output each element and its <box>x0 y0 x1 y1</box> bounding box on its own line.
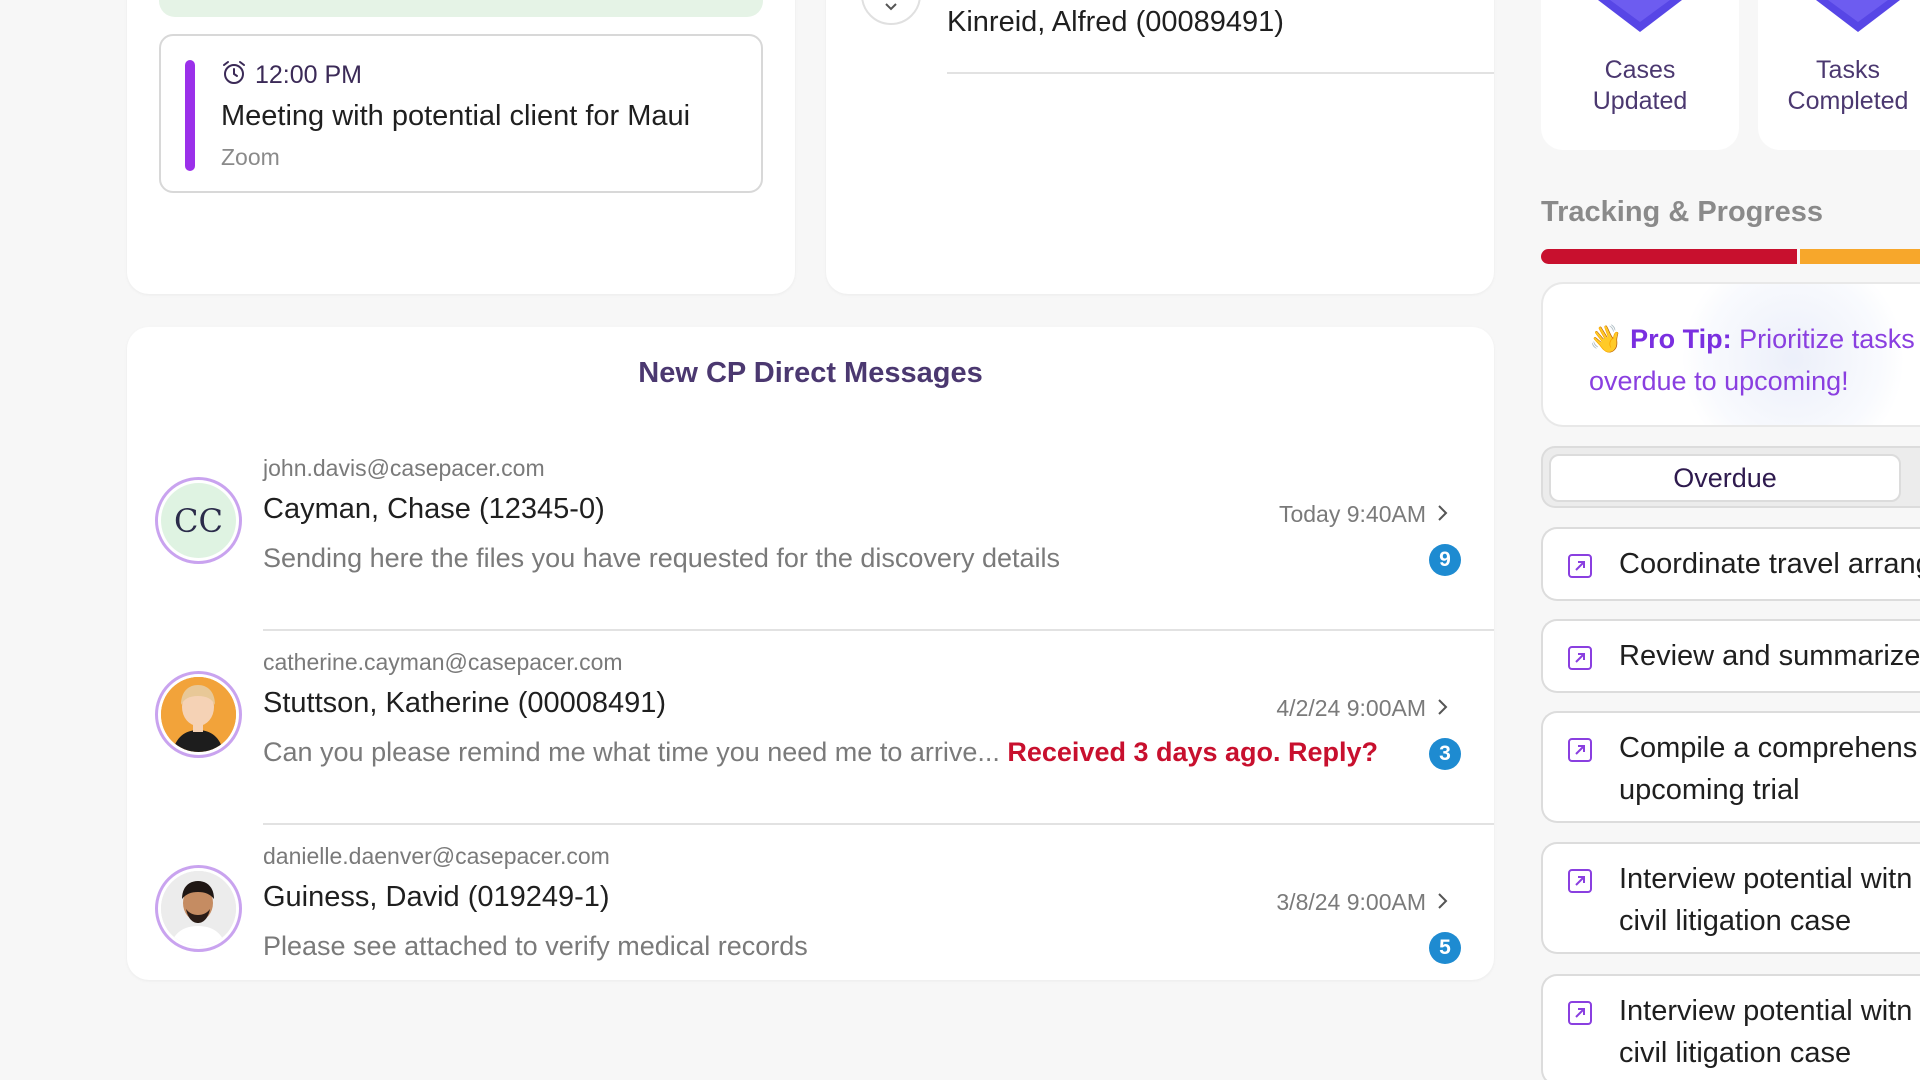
task-title: Review and summarize <box>1619 640 1920 672</box>
reply-reminder[interactable]: Received 3 days ago. Reply? <box>1007 737 1378 767</box>
event-color-bar <box>185 60 195 171</box>
open-external-icon[interactable] <box>1567 868 1593 894</box>
chevron-right-icon[interactable] <box>1434 887 1452 915</box>
divider <box>947 72 1494 74</box>
open-external-icon[interactable] <box>1567 645 1593 671</box>
stat-label: Tasks Completed <box>1748 55 1920 117</box>
task-title: Interview potential witn <box>1619 995 1913 1027</box>
progress-upcoming-segment <box>1800 249 1920 264</box>
open-external-icon[interactable] <box>1567 553 1593 579</box>
stat-tasks-completed[interactable]: Tasks Completed <box>1758 0 1920 150</box>
avatar: CC <box>155 477 242 564</box>
message-date: 3/8/24 9:00AM <box>1276 889 1426 915</box>
alarm-clock-icon <box>221 60 247 91</box>
message-preview: Can you please remind me what time you n… <box>263 737 1378 768</box>
avatar-photo <box>161 677 236 752</box>
unread-count-badge: 3 <box>1429 738 1461 770</box>
task-title: Compile a comprehens <box>1619 732 1918 764</box>
message-date: Today 9:40AM <box>1278 501 1426 527</box>
task-title-line2: civil litigation case <box>1619 1037 1852 1069</box>
task-title-line2: civil litigation case <box>1619 905 1852 937</box>
task-item[interactable]: Coordinate travel arrang <box>1541 527 1920 601</box>
chevron-right-icon[interactable] <box>1434 499 1452 527</box>
event-title: Meeting with potential client for Maui <box>221 100 691 132</box>
task-item[interactable]: Interview potential witn civil litigatio… <box>1541 842 1920 954</box>
wave-hand-icon: 👋 <box>1589 324 1623 354</box>
chevron-icon <box>884 0 898 17</box>
direct-messages-card: New CP Direct Messages CC john.davis@cas… <box>127 327 1494 980</box>
message-preview: Sending here the files you have requeste… <box>263 543 1060 574</box>
client-name: Stuttson, Katherine (00008491) <box>263 687 667 719</box>
message-row[interactable]: danielle.daenver@casepacer.com Guiness, … <box>127 825 1494 1019</box>
previous-event-strip[interactable] <box>159 0 763 17</box>
message-preview-text: Can you please remind me what time you n… <box>263 737 1000 767</box>
progress-overdue-segment <box>1541 249 1797 264</box>
message-row[interactable]: CC john.davis@casepacer.com Cayman, Chas… <box>127 437 1494 631</box>
pro-tip-label: Pro Tip: <box>1630 324 1732 354</box>
event-card[interactable]: 12:00 PM Meeting with potential client f… <box>159 34 763 193</box>
message-date: 4/2/24 9:00AM <box>1276 695 1426 721</box>
gem-icon <box>1808 0 1908 41</box>
sender-email: danielle.daenver@casepacer.com <box>263 843 610 869</box>
stat-cases-updated[interactable]: Cases Updated <box>1541 0 1739 150</box>
task-title: Coordinate travel arrang <box>1619 548 1920 580</box>
stat-label: Cases Updated <box>1541 55 1739 117</box>
open-external-icon[interactable] <box>1567 1000 1593 1026</box>
avatar <box>155 865 242 952</box>
message-preview: Please see attached to verify medical re… <box>263 931 808 962</box>
sender-email: catherine.cayman@casepacer.com <box>263 649 623 675</box>
client-name: Cayman, Chase (12345-0) <box>263 493 605 525</box>
contact-name[interactable]: Kinreid, Alfred (00089491) <box>947 6 1284 39</box>
contact-card: Kinreid, Alfred (00089491) <box>826 0 1494 294</box>
avatar <box>155 671 242 758</box>
task-item[interactable]: Compile a comprehens upcoming trial <box>1541 711 1920 823</box>
sender-email: john.davis@casepacer.com <box>263 455 545 481</box>
avatar-photo <box>161 871 236 946</box>
avatar-initials: CC <box>161 483 236 558</box>
stat-label-line1: Cases <box>1604 56 1676 84</box>
unread-count-badge: 5 <box>1429 932 1461 964</box>
message-preview-text: Please see attached to verify medical re… <box>263 931 808 961</box>
open-external-icon[interactable] <box>1567 737 1593 763</box>
task-filter-segment: Overdue <box>1541 446 1920 508</box>
event-time: 12:00 PM <box>255 61 363 89</box>
overdue-tab[interactable]: Overdue <box>1549 454 1901 502</box>
stat-label-line2: Updated <box>1592 87 1688 115</box>
stat-label-line2: Completed <box>1787 87 1909 115</box>
event-location: Zoom <box>221 144 280 170</box>
task-title: Interview potential witn <box>1619 863 1913 895</box>
pro-tip-card: 👋 Pro Tip: Prioritize tasks overdue to u… <box>1541 282 1920 427</box>
gem-icon <box>1590 0 1690 41</box>
unread-count-badge: 9 <box>1429 544 1461 576</box>
task-item[interactable]: Review and summarize <box>1541 619 1920 693</box>
chevron-right-icon[interactable] <box>1434 693 1452 721</box>
task-item[interactable]: Interview potential witn civil litigatio… <box>1541 974 1920 1080</box>
expand-button[interactable] <box>861 0 921 25</box>
message-row[interactable]: catherine.cayman@casepacer.com Stuttson,… <box>127 631 1494 825</box>
stat-label-line1: Tasks <box>1816 56 1880 84</box>
event-time-row: 12:00 PM <box>221 60 362 91</box>
client-name: Guiness, David (019249-1) <box>263 881 610 913</box>
messages-title: New CP Direct Messages <box>638 357 983 389</box>
message-preview-text: Sending here the files you have requeste… <box>263 543 1060 573</box>
tracking-title: Tracking & Progress <box>1541 196 1824 228</box>
schedule-card: 12:00 PM Meeting with potential client f… <box>127 0 795 294</box>
task-title-line2: upcoming trial <box>1619 774 1800 806</box>
pro-tip-text: 👋 Pro Tip: Prioritize tasks overdue to u… <box>1589 318 1920 402</box>
